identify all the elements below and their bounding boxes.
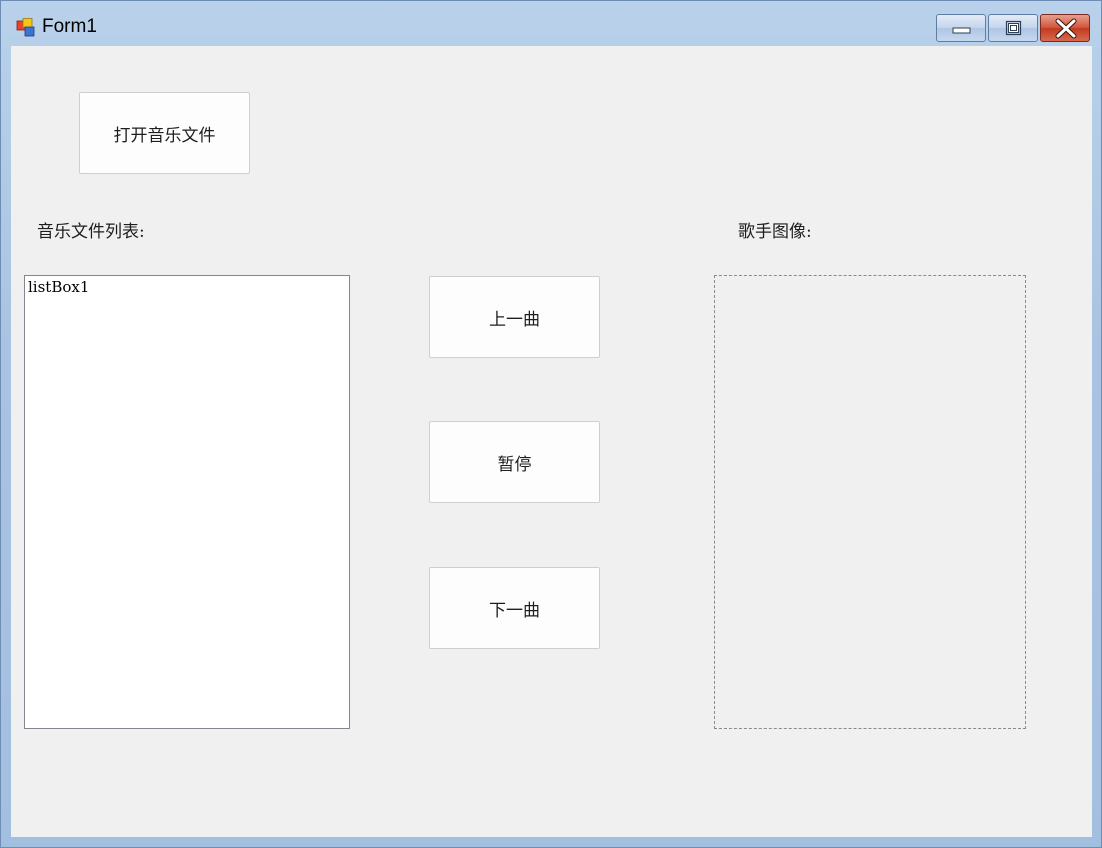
minimize-button[interactable]: [936, 14, 986, 42]
close-icon: [1055, 18, 1077, 39]
pause-label: 暂停: [497, 454, 532, 475]
client-area: 打开音乐文件 音乐文件列表: 歌手图像: listBox1 上一曲 暂停 下一曲: [11, 46, 1092, 837]
music-list-label: 音乐文件列表:: [37, 222, 145, 242]
next-track-label: 下一曲: [489, 600, 540, 621]
singer-image-picturebox: [714, 275, 1026, 729]
winforms-app-icon: [16, 18, 35, 37]
next-track-button[interactable]: 下一曲: [429, 567, 600, 649]
title-bar[interactable]: Form1: [1, 1, 1101, 45]
pause-button[interactable]: 暂停: [429, 421, 600, 503]
maximize-button[interactable]: [988, 14, 1038, 42]
form1-window: Form1 打开音乐文件 音乐文件列表: 歌手图像: listBox1 上一曲 …: [0, 0, 1102, 848]
minimize-icon: [952, 27, 971, 34]
window-title: Form1: [42, 16, 97, 37]
open-music-file-button[interactable]: 打开音乐文件: [79, 92, 250, 174]
maximize-icon: [1005, 20, 1022, 36]
list-item[interactable]: listBox1: [28, 278, 89, 296]
music-file-listbox[interactable]: listBox1: [24, 275, 350, 729]
singer-image-label: 歌手图像:: [738, 222, 812, 242]
open-music-file-label: 打开音乐文件: [113, 125, 216, 146]
previous-track-label: 上一曲: [489, 309, 540, 330]
previous-track-button[interactable]: 上一曲: [429, 276, 600, 358]
close-button[interactable]: [1040, 14, 1090, 42]
